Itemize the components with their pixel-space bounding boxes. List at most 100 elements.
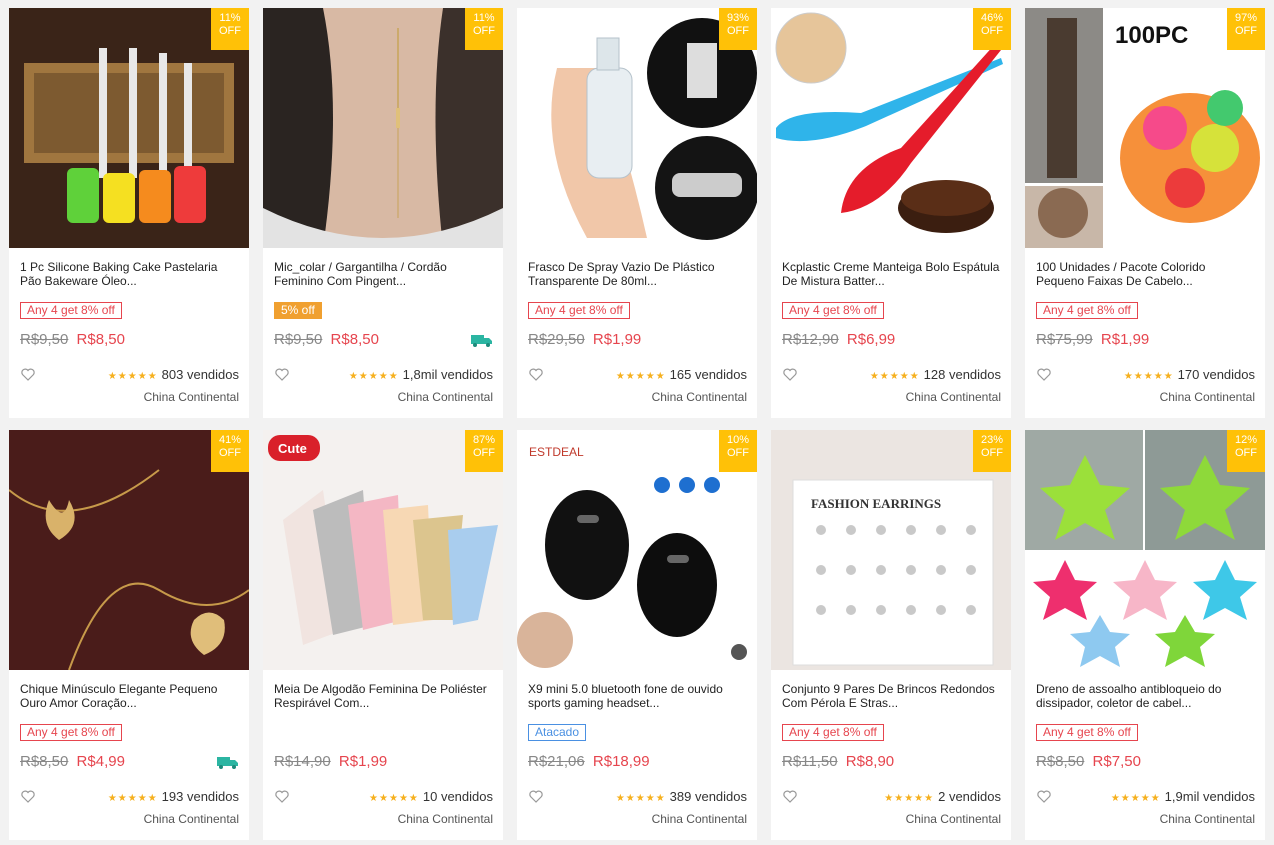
heart-icon[interactable] xyxy=(21,368,35,381)
product-image[interactable]: 93% OFF xyxy=(517,8,757,248)
discount-badge: 46% OFF xyxy=(973,8,1011,50)
product-card[interactable]: 12% OFF Dreno de assoalho antibloqueio do… xyxy=(1025,430,1265,840)
product-title[interactable]: 100 Unidades / Pacote Colorido Pequeno F… xyxy=(1036,260,1256,288)
product-image[interactable]: 100PC 97% OFF xyxy=(1025,8,1265,248)
price-row: R$12,90 R$6,99 xyxy=(782,331,895,348)
discount-badge: 97% OFF xyxy=(1227,8,1265,50)
sold-count: 170 vendidos xyxy=(1177,367,1255,382)
discount-badge: 87% OFF xyxy=(465,430,503,472)
sold-count: 10 vendidos xyxy=(422,789,493,804)
image-caption: 100PC xyxy=(1115,22,1188,49)
original-price: R$12,90 xyxy=(782,331,839,348)
rating-sold: ★★★★★ 170 vendidos xyxy=(1124,367,1255,382)
sold-count: 193 vendidos xyxy=(161,789,239,804)
promo-tag: Any 4 get 8% off xyxy=(1036,302,1138,319)
product-image[interactable]: 41% OFF xyxy=(9,430,249,670)
star-rating-icon: ★★★★★ xyxy=(107,793,158,804)
ship-origin: China Continental xyxy=(905,390,1001,404)
sale-price: R$1,99 xyxy=(338,753,388,770)
product-card[interactable]: 46% OFF Kcplastic Creme Manteiga Bolo Esp… xyxy=(771,8,1011,418)
ship-origin: China Continental xyxy=(1159,390,1255,404)
ship-origin: China Continental xyxy=(397,812,493,826)
product-card[interactable]: ESTDEAL 10% OFF X9 mini 5.0 bluetooth fon… xyxy=(517,430,757,840)
product-image[interactable]: 11% OFF xyxy=(263,8,503,248)
product-image[interactable]: 46% OFF xyxy=(771,8,1011,248)
heart-icon[interactable] xyxy=(783,368,797,381)
sale-price: R$1,99 xyxy=(592,331,642,348)
product-title[interactable]: Conjunto 9 Pares De Brincos Redondos Com… xyxy=(782,682,1002,710)
heart-icon[interactable] xyxy=(783,790,797,803)
product-image[interactable]: 11% OFF xyxy=(9,8,249,248)
discount-badge: 11% OFF xyxy=(211,8,249,50)
product-card[interactable]: 11% OFF Mic_colar / Gargantilha / Cordão … xyxy=(263,8,503,418)
promo-tag: Any 4 get 8% off xyxy=(782,302,884,319)
original-price: R$75,99 xyxy=(1036,331,1093,348)
promo-tag: Atacado xyxy=(528,724,587,741)
original-price: R$29,50 xyxy=(528,331,585,348)
product-title[interactable]: Dreno de assoalho antibloqueio do dissip… xyxy=(1036,682,1256,710)
heart-icon[interactable] xyxy=(529,790,543,803)
heart-icon[interactable] xyxy=(275,790,289,803)
star-rating-icon: ★★★★★ xyxy=(615,793,666,804)
promo-tag: Any 4 get 8% off xyxy=(1036,724,1138,741)
product-title[interactable]: Chique Minúsculo Elegante Pequeno Ouro A… xyxy=(20,682,240,710)
rating-sold: ★★★★★ 803 vendidos xyxy=(108,367,239,382)
original-price: R$8,50 xyxy=(1036,753,1085,770)
price-row: R$11,50 R$8,90 xyxy=(782,753,894,770)
original-price: R$21,06 xyxy=(528,753,585,770)
product-title[interactable]: 1 Pc Silicone Baking Cake Pastelaria Pão… xyxy=(20,260,240,288)
price-row: R$9,50 R$8,50 xyxy=(20,331,125,348)
discount-badge: 93% OFF xyxy=(719,8,757,50)
product-card[interactable]: FASHION EARRINGS 23% OFF Conjunto 9 Pares… xyxy=(771,430,1011,840)
product-title[interactable]: Frasco De Spray Vazio De Plástico Transp… xyxy=(528,260,748,288)
promo-tag: Any 4 get 8% off xyxy=(20,302,122,319)
sale-price: R$7,50 xyxy=(1092,753,1141,770)
product-card[interactable]: 41% OFF Chique Minúsculo Elegante Pequeno… xyxy=(9,430,249,840)
product-title[interactable]: Mic_colar / Gargantilha / Cordão Feminin… xyxy=(274,260,494,288)
ship-origin: China Continental xyxy=(651,812,747,826)
heart-icon[interactable] xyxy=(529,368,543,381)
product-card[interactable]: 11% OFF 1 Pc Silicone Baking Cake Pastela… xyxy=(9,8,249,418)
sale-price: R$4,99 xyxy=(76,753,125,770)
sold-count: 1,8mil vendidos xyxy=(402,367,493,382)
price-row: R$29,50 R$1,99 xyxy=(528,331,641,348)
ship-origin: China Continental xyxy=(651,390,747,404)
star-rating-icon: ★★★★★ xyxy=(369,793,419,804)
star-rating-icon: ★★★★★ xyxy=(615,371,666,382)
heart-icon[interactable] xyxy=(275,368,289,381)
product-image[interactable]: Cute 87% OFF xyxy=(263,430,503,670)
product-image[interactable]: FASHION EARRINGS 23% OFF xyxy=(771,430,1011,670)
sold-count: 1,9mil vendidos xyxy=(1164,789,1255,804)
product-card[interactable]: 93% OFF Frasco De Spray Vazio De Plástico… xyxy=(517,8,757,418)
ship-origin: China Continental xyxy=(143,812,239,826)
product-card[interactable]: 100PC 97% OFF 100 Unidades / Pacote Color… xyxy=(1025,8,1265,418)
star-rating-icon: ★★★★★ xyxy=(869,371,920,382)
product-image[interactable]: ESTDEAL 10% OFF xyxy=(517,430,757,670)
product-grid: 11% OFF 1 Pc Silicone Baking Cake Pastela… xyxy=(9,8,1265,840)
product-title[interactable]: Meia De Algodão Feminina De Poliéster Re… xyxy=(274,682,494,710)
heart-icon[interactable] xyxy=(1037,790,1051,803)
sold-count: 165 vendidos xyxy=(669,367,747,382)
promo-tag: Any 4 get 8% off xyxy=(528,302,630,319)
heart-icon[interactable] xyxy=(1037,368,1051,381)
free-shipping-truck-icon xyxy=(471,335,492,347)
star-rating-icon: ★★★★★ xyxy=(348,371,399,382)
ship-origin: China Continental xyxy=(1159,812,1255,826)
rating-sold: ★★★★★ 1,9mil vendidos xyxy=(1111,789,1255,804)
product-card[interactable]: Cute 87% OFF Meia De Algodão Feminina De … xyxy=(263,430,503,840)
original-price: R$9,50 xyxy=(274,331,323,348)
price-row: R$21,06 R$18,99 xyxy=(528,753,650,770)
product-title[interactable]: Kcplastic Creme Manteiga Bolo Espátula D… xyxy=(782,260,1002,288)
product-title[interactable]: X9 mini 5.0 bluetooth fone de ouvido spo… xyxy=(528,682,748,710)
sold-count: 803 vendidos xyxy=(161,367,239,382)
product-image[interactable]: 12% OFF xyxy=(1025,430,1265,670)
original-price: R$9,50 xyxy=(20,331,69,348)
image-caption: ESTDEAL xyxy=(529,445,584,459)
price-row: R$14,90 R$1,99 xyxy=(274,753,387,770)
heart-icon[interactable] xyxy=(21,790,35,803)
ship-origin: China Continental xyxy=(905,812,1001,826)
sale-price: R$18,99 xyxy=(592,753,650,770)
image-caption: FASHION EARRINGS xyxy=(811,496,941,511)
sale-price: R$8,50 xyxy=(330,331,379,348)
rating-sold: ★★★★★ 128 vendidos xyxy=(870,367,1001,382)
